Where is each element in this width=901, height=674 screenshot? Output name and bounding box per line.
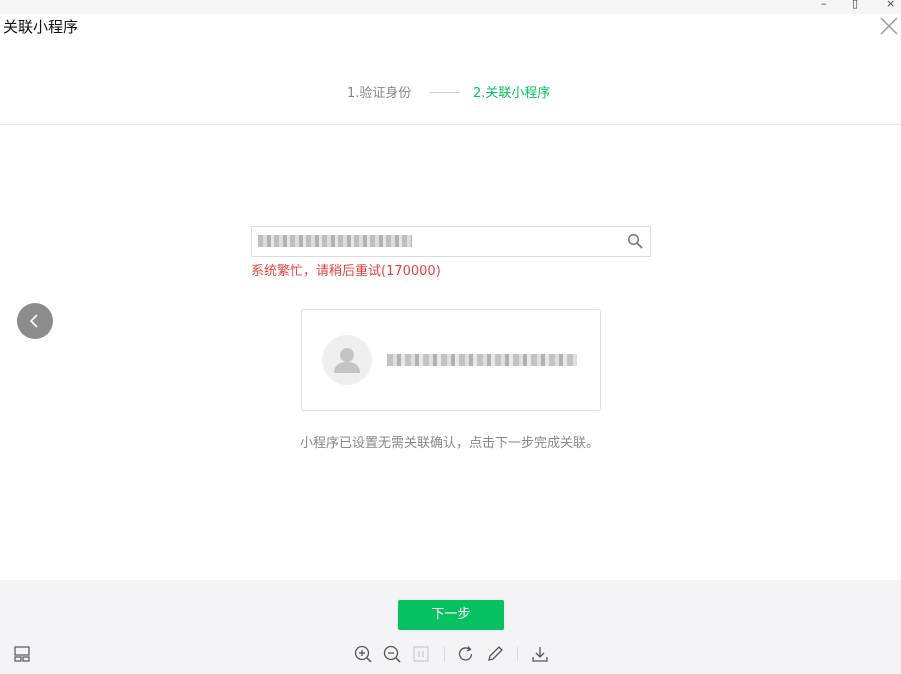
rotate-icon[interactable] bbox=[456, 644, 476, 664]
association-note: 小程序已设置无需关联确认，点击下一步完成关联。 bbox=[300, 436, 600, 451]
zoom-in-icon[interactable] bbox=[353, 644, 373, 664]
chevron-left-icon bbox=[29, 314, 38, 328]
obscured-search-value bbox=[258, 235, 412, 247]
toolbar-separator bbox=[444, 647, 445, 661]
fit-icon[interactable] bbox=[411, 644, 431, 664]
next-button[interactable]: 下一步 bbox=[398, 600, 504, 630]
obscured-miniprogram-name bbox=[387, 354, 577, 366]
error-message: 系统繁忙，请稍后重试(170000) bbox=[251, 264, 441, 279]
download-icon[interactable] bbox=[530, 644, 550, 664]
window-close-button[interactable]: × bbox=[886, 0, 895, 10]
step-link-miniprogram: 2.关联小程序 bbox=[473, 86, 551, 101]
search-input[interactable] bbox=[251, 226, 651, 257]
edit-icon[interactable] bbox=[485, 644, 505, 664]
search-icon[interactable] bbox=[627, 233, 643, 249]
step-verify-identity: 1.验证身份 bbox=[347, 86, 412, 101]
window-titlebar: – ▯ × bbox=[0, 0, 901, 14]
zoom-out-icon[interactable] bbox=[382, 644, 402, 664]
back-button[interactable] bbox=[17, 303, 53, 339]
layout-icon[interactable] bbox=[12, 644, 32, 664]
toolbar-separator bbox=[517, 647, 518, 661]
minimize-button[interactable]: – bbox=[821, 0, 827, 10]
step-connector bbox=[430, 92, 460, 93]
header-divider bbox=[0, 124, 901, 125]
dialog-title: 关联小程序 bbox=[3, 18, 79, 36]
close-icon[interactable] bbox=[879, 16, 899, 36]
maximize-button[interactable]: ▯ bbox=[852, 0, 858, 10]
step-indicator: 1.验证身份 2.关联小程序 bbox=[0, 82, 901, 102]
miniprogram-result-card[interactable] bbox=[301, 309, 601, 411]
footer-bar: 下一步 bbox=[0, 580, 901, 674]
default-avatar-icon bbox=[322, 335, 372, 385]
